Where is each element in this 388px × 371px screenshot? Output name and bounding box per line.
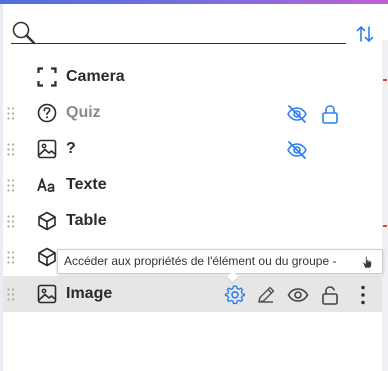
drag-handle-icon[interactable] [7, 179, 15, 192]
cube-icon [38, 211, 56, 231]
drag-handle-icon[interactable] [7, 251, 15, 264]
layer-item-camera[interactable]: Camera [3, 59, 382, 95]
drag-handle-icon[interactable] [7, 107, 15, 120]
search-input[interactable] [11, 20, 346, 44]
layer-item-quiz[interactable]: Quiz [3, 95, 382, 131]
text-aa-icon [37, 178, 55, 193]
search-icon [12, 21, 36, 45]
right-edge-marker [383, 79, 387, 81]
unlock-icon[interactable] [319, 284, 341, 306]
layer-label: Camera [66, 68, 125, 85]
layer-item-question[interactable]: ? [3, 131, 382, 167]
sort-toggle-icon[interactable] [356, 24, 374, 44]
drag-handle-icon[interactable] [7, 215, 15, 228]
eye-icon[interactable] [287, 284, 309, 306]
drag-handle-icon[interactable] [7, 288, 15, 301]
gear-icon[interactable] [224, 284, 246, 306]
pencil-icon[interactable] [255, 284, 277, 306]
window-top-accent-bar [0, 0, 388, 4]
question-circle-icon [37, 103, 57, 123]
layer-label: Image [66, 285, 113, 302]
search-bar [11, 20, 346, 46]
camera-frame-icon [37, 67, 57, 87]
tooltip: Accéder aux propriétés de l'élément ou d… [57, 249, 383, 284]
layer-item-texte[interactable]: Texte [3, 167, 382, 203]
hidden-eye-icon[interactable] [286, 139, 308, 161]
image-icon [37, 284, 57, 304]
layer-label: Texte [66, 176, 107, 193]
layer-label: Quiz [66, 104, 101, 121]
tooltip-text: Accéder aux propriétés de l'élément ou d… [64, 254, 337, 268]
drag-handle-icon[interactable] [7, 143, 15, 156]
right-edge-marker [383, 225, 387, 227]
hand-cursor-icon [362, 255, 372, 269]
cube-icon [38, 247, 56, 267]
layer-item-image[interactable]: Image [3, 276, 382, 312]
layer-item-table[interactable]: Table [3, 203, 382, 239]
more-vertical-icon[interactable] [352, 284, 374, 306]
right-scroll-track[interactable] [382, 40, 388, 371]
layer-label: Table [66, 212, 107, 229]
layer-label: ? [66, 140, 76, 157]
lock-icon[interactable] [319, 103, 341, 125]
hidden-eye-icon[interactable] [286, 103, 308, 125]
image-icon [37, 139, 57, 159]
